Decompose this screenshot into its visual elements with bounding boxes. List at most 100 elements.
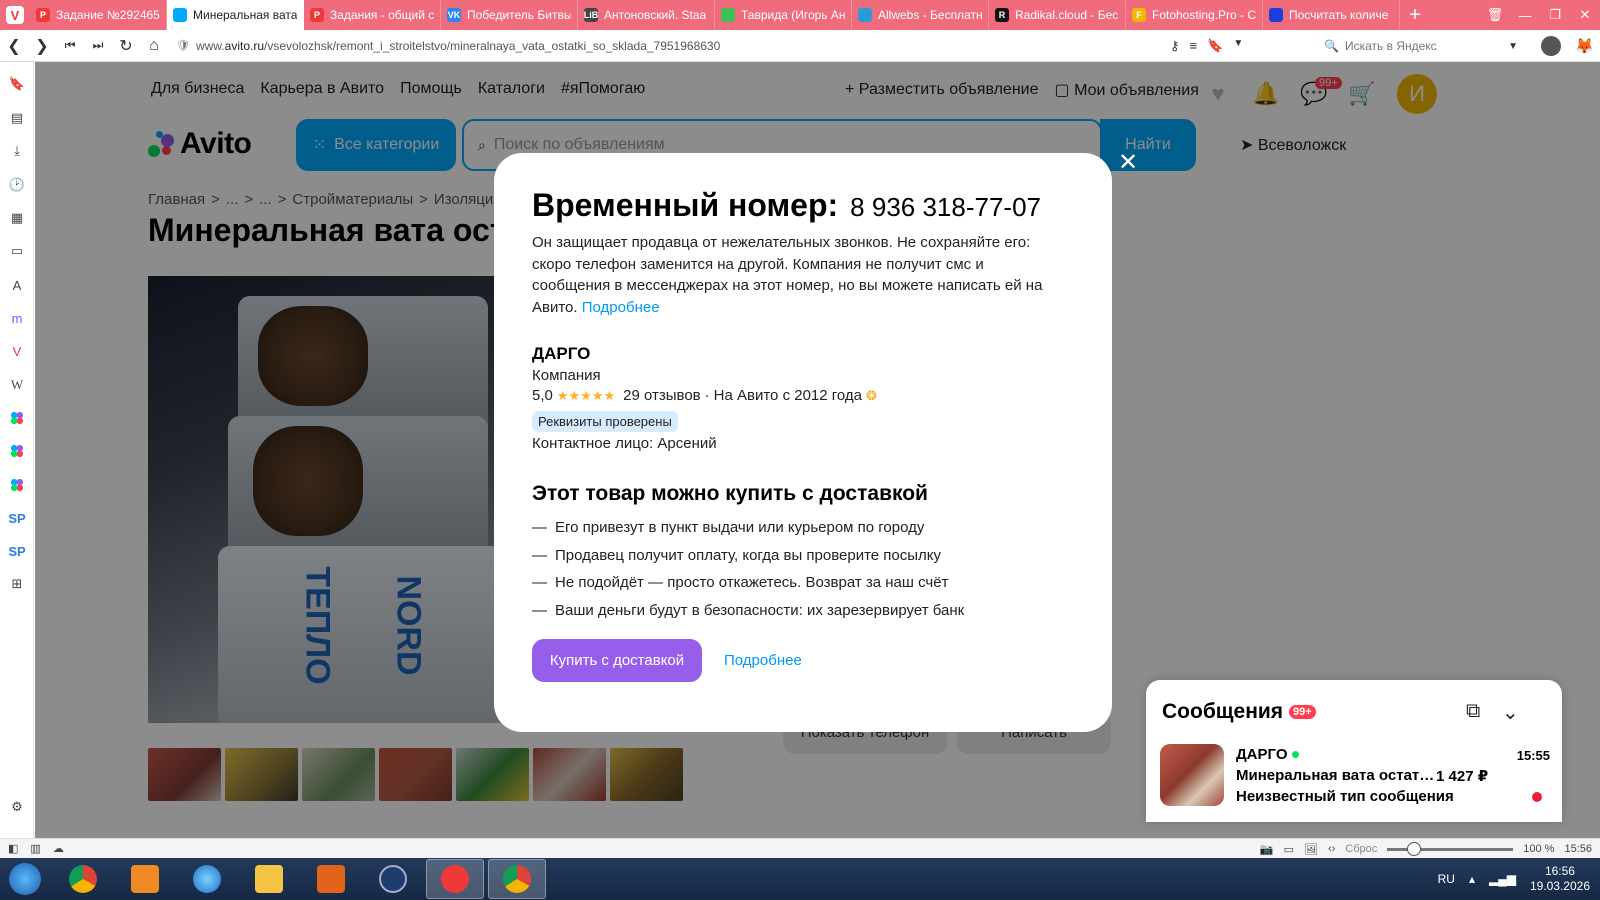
buy-with-delivery-button[interactable]: Купить с доставкой bbox=[532, 639, 702, 682]
status-clock: 15:56 bbox=[1564, 843, 1592, 855]
open-external-icon[interactable]: ⧉ bbox=[1466, 700, 1480, 723]
avito-panel-icon[interactable] bbox=[7, 475, 27, 495]
minimize-button[interactable]: — bbox=[1510, 0, 1540, 30]
hp-taskbar-icon[interactable] bbox=[364, 859, 422, 899]
bookmark-icon[interactable]: 🔖 bbox=[1207, 38, 1223, 54]
home-button[interactable]: ⌂ bbox=[140, 30, 168, 62]
chrome-taskbar-icon[interactable] bbox=[54, 859, 112, 899]
seller-name[interactable]: ДАРГО bbox=[532, 344, 1074, 364]
screenshot-icon[interactable]: 📷 bbox=[1260, 843, 1274, 856]
network-icon[interactable]: ▂▄▆ bbox=[1489, 872, 1516, 886]
downloads-icon[interactable]: ⤓ bbox=[7, 141, 27, 161]
rating-value: 5,0 bbox=[532, 387, 553, 404]
url-field[interactable]: 🛡 www. avito.ru/vsevolozhsk/remont_i_stro… bbox=[176, 39, 1166, 53]
browser-tab[interactable]: VK Победитель Битвы bbox=[441, 0, 578, 30]
avito-panel-icon[interactable] bbox=[7, 441, 27, 461]
wikipedia-icon[interactable]: W bbox=[7, 375, 27, 395]
browser-tab-title: Победитель Битвы bbox=[467, 8, 571, 22]
browser-tab[interactable]: Минеральная вата bbox=[167, 0, 304, 30]
browser-tab-title: Антоновский. Staa bbox=[604, 8, 707, 22]
add-panel-icon[interactable]: ⊞ bbox=[7, 574, 27, 594]
chat-list-item[interactable]: ДАРГО 15:55 Минеральная вата остатки со … bbox=[1160, 744, 1550, 808]
reviews-link[interactable]: 29 отзывов bbox=[623, 387, 701, 404]
tab-favicon-icon bbox=[721, 8, 735, 22]
close-icon[interactable]: ✕ bbox=[1116, 149, 1140, 176]
separator-dot: · bbox=[704, 387, 710, 404]
media-player-taskbar-icon[interactable] bbox=[116, 859, 174, 899]
maximize-button[interactable]: ❐ bbox=[1540, 0, 1570, 30]
zoom-slider[interactable] bbox=[1387, 841, 1514, 856]
browser-tab[interactable]: F Fotohosting.Pro - С bbox=[1126, 0, 1263, 30]
panel-toggle-icon[interactable]: ◧ bbox=[8, 842, 18, 855]
shield-icon[interactable]: 🛡 bbox=[176, 39, 190, 52]
vivaldi-logo-icon[interactable]: V bbox=[0, 0, 30, 30]
more-info-link[interactable]: Подробнее bbox=[724, 652, 802, 669]
browser-tab[interactable]: LiB Антоновский. Staa bbox=[578, 0, 715, 30]
translate-icon[interactable]: A bbox=[7, 275, 27, 295]
rating-stars-icon: ★★★★★ bbox=[556, 387, 616, 403]
language-indicator[interactable]: RU bbox=[1438, 872, 1455, 886]
zoom-level[interactable]: 100 % bbox=[1523, 843, 1554, 855]
sp-icon[interactable]: SP bbox=[7, 541, 27, 561]
tab-tiling-icon[interactable]: ▥ bbox=[30, 842, 40, 855]
vivaldi-taskbar-icon[interactable] bbox=[426, 859, 484, 899]
clock[interactable]: 16:56 19.03.2026 bbox=[1530, 864, 1590, 894]
browser-tab[interactable]: Таврида (Игорь Ан bbox=[715, 0, 852, 30]
office-taskbar-icon[interactable] bbox=[302, 859, 360, 899]
sp-icon[interactable]: SP bbox=[7, 508, 27, 528]
forward-button[interactable]: ❯ bbox=[28, 30, 56, 62]
internet-explorer-taskbar-icon[interactable] bbox=[178, 859, 236, 899]
rewind-button[interactable]: ⏮ bbox=[56, 30, 84, 62]
mastodon-icon[interactable]: m bbox=[7, 308, 27, 328]
learn-more-link[interactable]: Подробнее bbox=[582, 299, 660, 316]
key-icon[interactable]: ⚷ bbox=[1170, 38, 1180, 54]
bookmarks-panel-icon[interactable]: 🔖 bbox=[7, 74, 27, 94]
tray-arrow-icon[interactable]: ▴ bbox=[1469, 872, 1475, 886]
zoom-reset-button[interactable]: Сброс bbox=[1345, 843, 1377, 855]
avito-panel-icon[interactable] bbox=[7, 408, 27, 428]
messages-title: Сообщения 99+ bbox=[1162, 700, 1316, 724]
cloud-sync-icon[interactable]: ☁ bbox=[53, 842, 64, 855]
chat-name-text: ДАРГО bbox=[1236, 746, 1288, 763]
file-explorer-taskbar-icon[interactable] bbox=[240, 859, 298, 899]
chevron-down-icon[interactable]: ⌄ bbox=[1502, 700, 1519, 725]
delivery-point-text: Его привезут в пункт выдачи или курьером… bbox=[555, 519, 925, 536]
unread-indicator bbox=[1532, 792, 1542, 802]
browser-tab[interactable]: P Задание №2924654 bbox=[30, 0, 167, 30]
tab-favicon-icon bbox=[858, 8, 872, 22]
zoom-slider-handle[interactable] bbox=[1407, 841, 1422, 856]
history-icon[interactable]: 🕑 bbox=[7, 175, 27, 195]
vivaldi-icon[interactable]: V bbox=[7, 341, 27, 361]
settings-gear-icon[interactable]: ⚙ bbox=[7, 797, 27, 817]
dropdown-icon[interactable]: ▼ bbox=[1233, 38, 1243, 54]
tab-favicon-icon bbox=[1269, 8, 1283, 22]
browser-tab-title: Radikal.cloud - Бес bbox=[1015, 8, 1119, 22]
fast-forward-button[interactable]: ⏭ bbox=[84, 30, 112, 62]
window-panel-icon[interactable]: ▭ bbox=[7, 241, 27, 261]
notes-icon[interactable]: ▦ bbox=[7, 208, 27, 228]
chrome-alt-taskbar-icon[interactable] bbox=[488, 859, 546, 899]
profile-icon[interactable] bbox=[1541, 36, 1561, 56]
tab-favicon-icon: LiB bbox=[583, 8, 599, 22]
trash-icon[interactable]: 🗑 bbox=[1480, 0, 1510, 30]
browser-tab[interactable]: P Задания - общий с bbox=[304, 0, 441, 30]
browser-tab[interactable]: Allwebs - Бесплатн bbox=[852, 0, 989, 30]
image-icon[interactable]: 🖼 bbox=[1304, 843, 1318, 856]
metamask-fox-icon[interactable]: 🦊 bbox=[1575, 37, 1594, 55]
browser-tab[interactable]: Посчитать количе bbox=[1263, 0, 1400, 30]
new-tab-button[interactable]: + bbox=[1400, 0, 1430, 30]
browser-tab-title: Allwebs - Бесплатн bbox=[878, 8, 982, 22]
reload-button[interactable]: ↻ bbox=[112, 30, 140, 62]
start-button[interactable] bbox=[0, 858, 50, 900]
window-icon[interactable]: ▭ bbox=[1284, 843, 1294, 856]
back-button[interactable]: ❮ bbox=[0, 30, 28, 62]
contact-person: Контактное лицо: Арсений bbox=[532, 435, 717, 452]
yandex-search-field[interactable]: 🔍 Искать в Яндекс ▼ bbox=[1324, 34, 1522, 58]
reader-icon[interactable]: ≡ bbox=[1190, 38, 1198, 54]
window-controls: 🗑 — ❐ ✕ bbox=[1480, 0, 1600, 30]
browser-tab[interactable]: R Radikal.cloud - Бес bbox=[989, 0, 1126, 30]
chevron-down-icon[interactable]: ▼ bbox=[1508, 41, 1518, 52]
code-icon[interactable]: ‹› bbox=[1328, 843, 1335, 855]
reading-list-icon[interactable]: ▤ bbox=[7, 108, 27, 128]
close-window-button[interactable]: ✕ bbox=[1570, 0, 1600, 30]
